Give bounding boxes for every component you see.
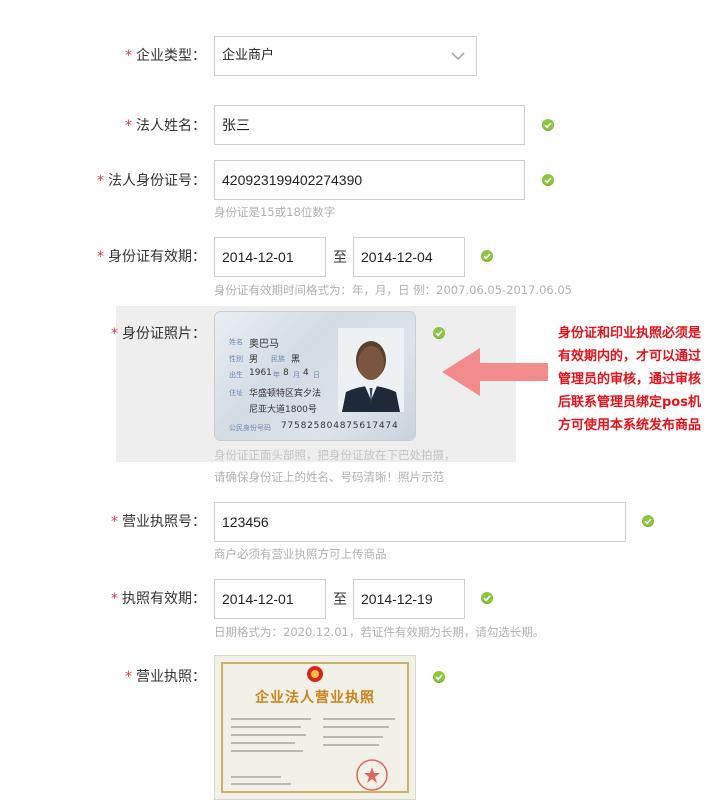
license-text-line: [231, 742, 295, 744]
license-text-line: [231, 718, 311, 720]
id-card-image[interactable]: 姓名 奥巴马 性别 男 民族 黑 出生 1961 年 8 月 4 日 住址 华盛…: [215, 312, 415, 440]
id-birth-month: 8: [283, 368, 289, 378]
license-validity-label: * 执照有效期：: [111, 591, 206, 607]
license-text-line: [323, 736, 383, 738]
check-icon: [433, 671, 445, 683]
id-sex-key: 性别: [229, 355, 243, 363]
id-validity-start-input[interactable]: 2014-12-01: [214, 237, 326, 277]
id-addr-key: 住址: [229, 389, 243, 397]
license-text-line: [231, 750, 303, 752]
official-seal-icon: [356, 759, 388, 791]
range-separator: 至: [333, 250, 347, 266]
license-text-line: [231, 776, 281, 778]
arrow-left-icon: [442, 348, 548, 396]
license-no-input[interactable]: 123456: [214, 502, 626, 542]
license-text-line: [231, 734, 306, 736]
check-icon: [481, 592, 493, 604]
id-sex: 男: [249, 355, 259, 365]
id-nation: 黑: [291, 355, 301, 365]
id-name-key: 姓名: [229, 338, 243, 346]
id-photo-hint-2: 请确保身份证上的姓名、号码清晰！照片示范: [214, 470, 444, 484]
license-text-line: [323, 744, 379, 746]
id-validity-label: * 身份证有效期：: [97, 249, 206, 265]
company-type-select[interactable]: 企业商户: [214, 36, 477, 76]
id-address-line2: 尼亚大道1800号: [249, 405, 317, 415]
id-birth-day: 4: [303, 368, 309, 378]
check-icon: [481, 250, 493, 262]
review-note: 身份证和印业执照必须是有效期内的，才可以通过管理员的审核，通过审核后联系管理员绑…: [558, 326, 702, 433]
id-address-line1: 华盛顿特区宾夕法: [249, 389, 322, 399]
legal-name-label: * 法人姓名：: [125, 118, 206, 134]
id-validity-hint: 身份证有效期时间格式为：年，月，日 例：2007.06.05-2017.06.0…: [214, 283, 572, 297]
id-photo-label: * 身份证照片：: [111, 326, 206, 342]
company-type-label: * 企业类型：: [125, 48, 206, 64]
company-type-value: 企业商户: [222, 48, 275, 63]
id-number: 775825804875617474: [281, 421, 399, 431]
license-text-line: [323, 726, 389, 728]
id-validity-end-input[interactable]: 2014-12-04: [353, 237, 465, 277]
chevron-down-icon: [451, 52, 465, 61]
id-month-unit: 月: [293, 371, 300, 379]
legal-name-input[interactable]: 张三: [214, 105, 525, 145]
legal-id-label: * 法人身份证号：: [97, 173, 206, 189]
id-nation-key: 民族: [271, 355, 285, 363]
license-validity-hint: 日期格式为：2020.12.01，若证件有效期为长期，请勾选长期。: [214, 625, 545, 639]
license-label: * 营业执照：: [125, 669, 206, 685]
license-text-line: [323, 718, 395, 720]
id-birth-year: 1961: [249, 368, 272, 378]
national-emblem-icon: [307, 666, 323, 682]
check-icon: [542, 174, 554, 186]
check-icon: [542, 119, 554, 131]
license-text-line: [231, 726, 301, 728]
id-name: 奥巴马: [249, 339, 279, 350]
portrait-photo: [338, 328, 404, 412]
id-year-unit: 年: [273, 371, 280, 379]
check-icon: [642, 515, 654, 527]
license-validity-end-input[interactable]: 2014-12-19: [353, 579, 465, 619]
check-icon: [433, 327, 445, 339]
license-image[interactable]: 企业法人营业执照: [215, 656, 415, 799]
license-no-label: * 营业执照号：: [111, 514, 206, 530]
legal-id-input[interactable]: 420923199402274390: [214, 160, 525, 200]
range-separator: 至: [333, 592, 347, 608]
license-no-hint: 商户必须有营业执照方可上传商品: [214, 547, 387, 561]
id-number-key: 公民身份号码: [229, 424, 271, 432]
license-title: 企业法人营业执照: [255, 690, 375, 706]
id-photo-hint-1: 身份证正面头部照，把身份证放在下巴处拍摄，: [214, 448, 456, 462]
id-day-unit: 日: [313, 371, 320, 379]
license-text-line: [231, 783, 291, 785]
license-validity-start-input[interactable]: 2014-12-01: [214, 579, 326, 619]
legal-id-hint: 身份证是15或18位数字: [214, 205, 336, 219]
id-birth-key: 出生: [229, 371, 243, 379]
